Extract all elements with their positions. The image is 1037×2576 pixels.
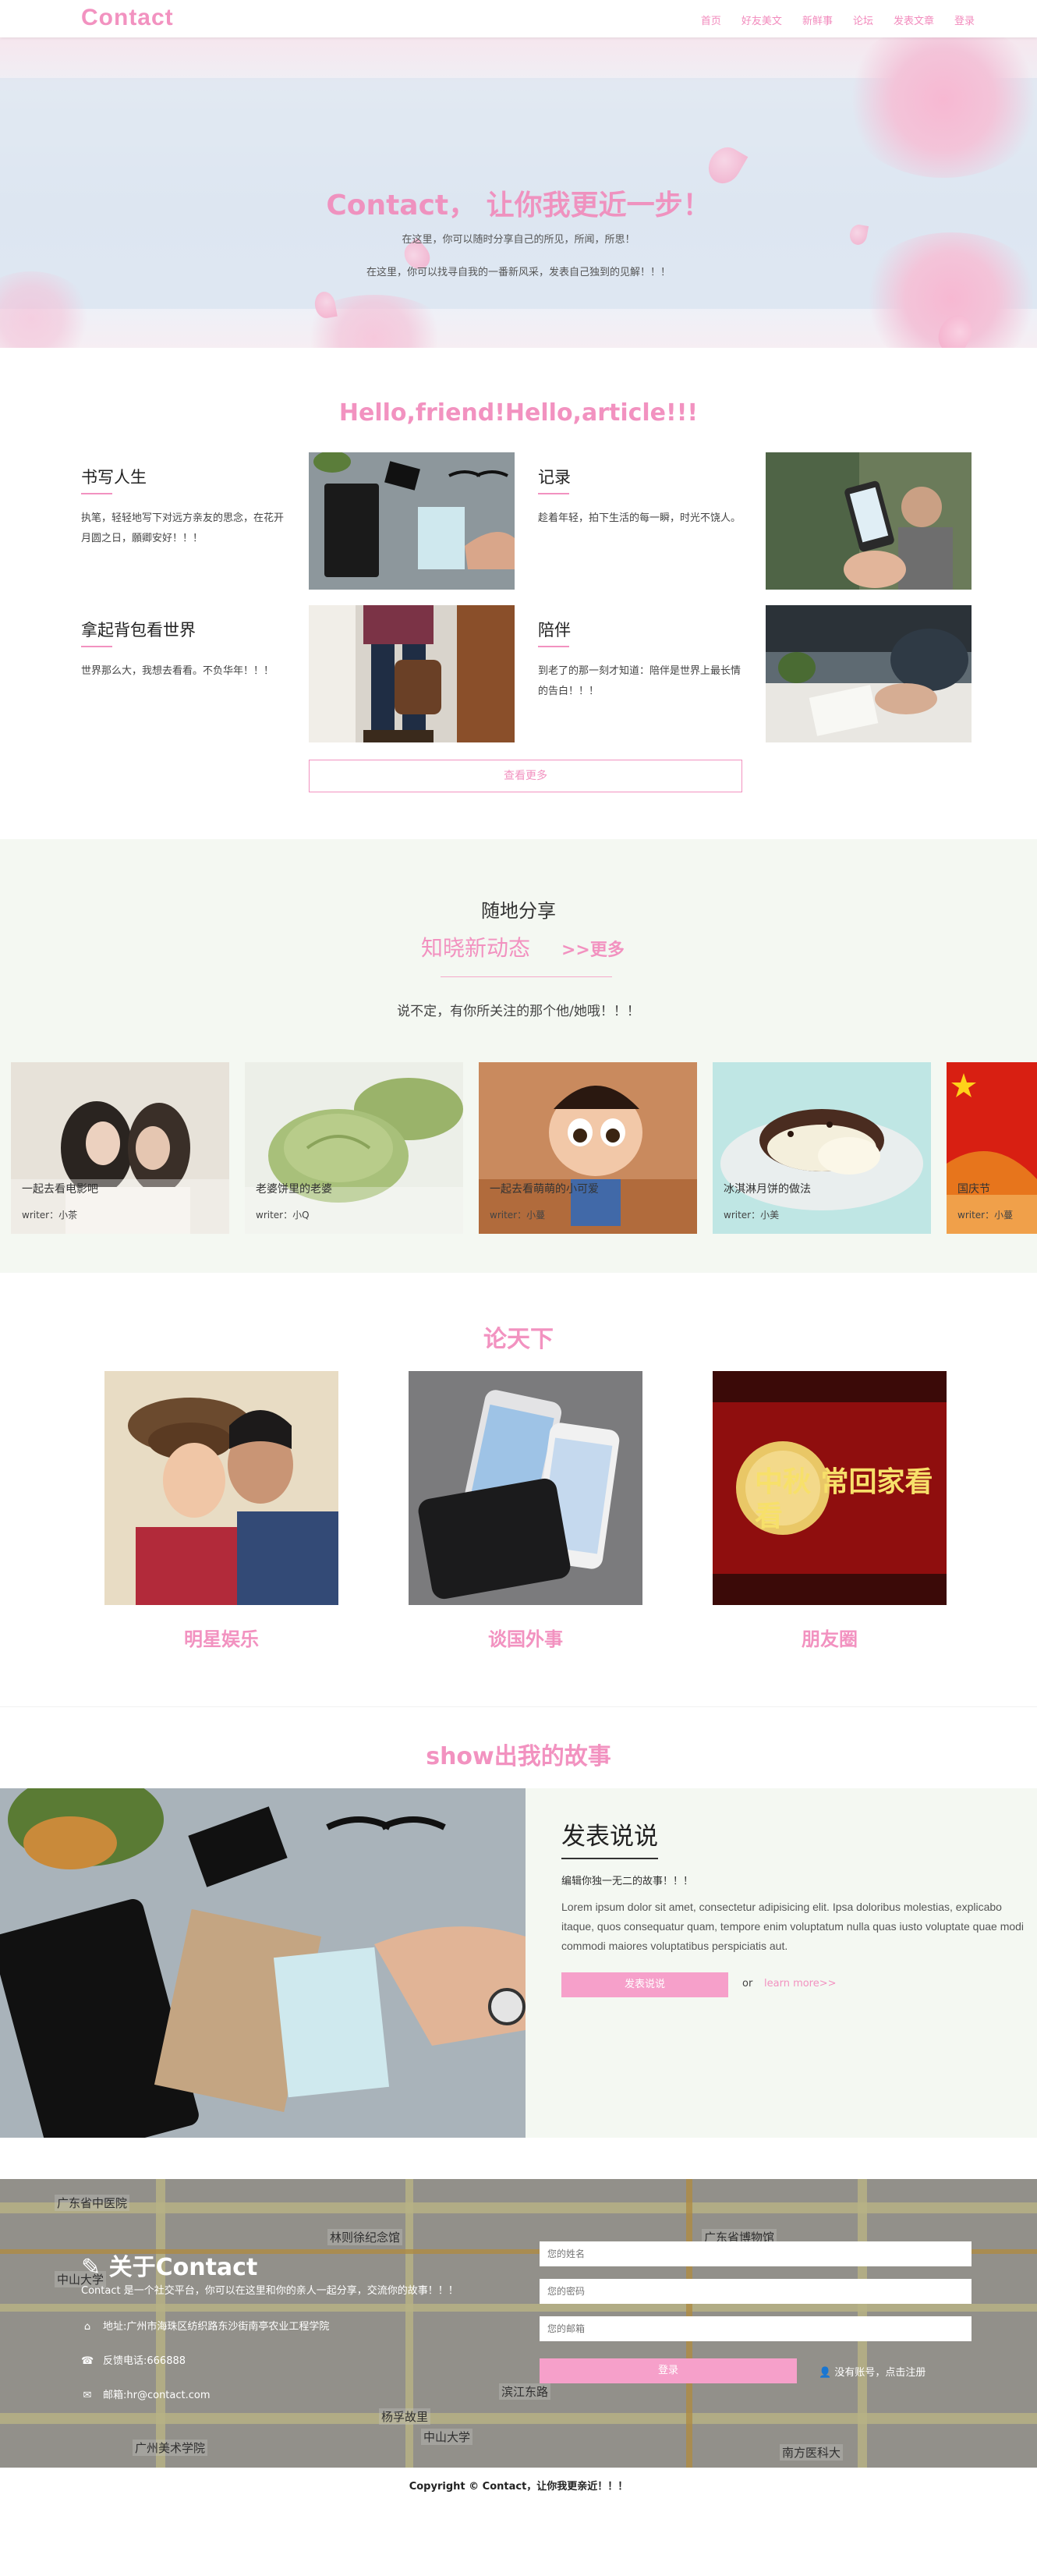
- register-link[interactable]: 👤 没有账号，点击注册: [819, 2364, 926, 2379]
- email-line: ✉ 邮箱:hr@contact.com: [81, 2386, 211, 2401]
- pencil-icon: ✎: [81, 2254, 101, 2281]
- news-card-writer: writer：小Q: [256, 1210, 310, 1221]
- nav-item-articles[interactable]: 好友美文: [741, 12, 782, 27]
- news-card-writer: writer：小茶: [22, 1210, 78, 1221]
- nav-item-forum[interactable]: 论坛: [853, 12, 873, 27]
- news-title: 随地分享: [481, 900, 556, 922]
- news-card[interactable]: 一起去看萌萌的小可爱 writer：小蔓: [479, 1062, 697, 1234]
- phone-line: ☎ 反馈电话:666888: [81, 2352, 186, 2367]
- poster-text: 中秋 常回家看看: [755, 1465, 933, 1532]
- top-navbar: Contact 首页 好友美文 新鲜事 论坛 发表文章 登录: [0, 0, 1037, 37]
- feature-title: 陪伴: [538, 618, 741, 647]
- feature-write: 书写人生 执笔，轻轻地写下对远方亲友的思念，在花开月圆之日，願卿安好！！！: [81, 465, 284, 549]
- register-text: 没有账号，点击注册: [834, 2367, 926, 2379]
- news-card-caption: 冰淇淋月饼的做法: [724, 1183, 811, 1196]
- news-card-writer: writer：小美: [724, 1210, 780, 1221]
- photo-phone-camera: [766, 452, 972, 590]
- nav-item-home[interactable]: 首页: [701, 12, 721, 27]
- feature-text: 到老了的那一刻才知道：陪伴是世界上最长情的告白！！！: [538, 665, 741, 697]
- topics-section: 论天下 明星娱乐 谈国外事 中秋 常回家看看 朋友圈: [0, 1273, 1037, 1706]
- topic-foreign[interactable]: 谈国外事: [409, 1371, 642, 1651]
- publish-post-button[interactable]: 发表说说: [561, 1972, 728, 1997]
- address-text: 地址:广州市海珠区纺织路东沙街南亭农业工程学院: [103, 2321, 330, 2333]
- news-more-link[interactable]: >>更多: [561, 936, 625, 961]
- feature-travel: 拿起背包看世界 世界那么大，我想去看看。不负华年！！！: [81, 618, 284, 682]
- view-more-button[interactable]: 查看更多: [309, 760, 742, 792]
- story-heading: 发表说说: [561, 1816, 658, 1859]
- hero-title: Contact， 让你我更近一步！: [326, 190, 711, 221]
- news-card-writer: writer：小蔓: [490, 1210, 546, 1221]
- feature-title: 记录: [538, 465, 741, 494]
- about-title-text: 关于Contact: [108, 2254, 258, 2281]
- nav-item-news[interactable]: 新鲜事: [802, 12, 833, 27]
- news-card-writer: writer：小蔓: [957, 1210, 1014, 1221]
- news-card-caption: 国庆节: [957, 1183, 990, 1196]
- topic-image: 中秋 常回家看看: [713, 1371, 947, 1605]
- nav-item-login[interactable]: 登录: [954, 12, 975, 27]
- topic-label: 谈国外事: [488, 1628, 563, 1650]
- story-paragraph: Lorem ipsum dolor sit amet, consectetur …: [561, 1901, 1025, 1952]
- feature-record: 记录 趁着年轻，拍下生活的每一瞬，时光不饶人。: [538, 465, 741, 529]
- name-input[interactable]: [540, 2241, 972, 2266]
- news-description: 说不定，有你所关注的那个他/她哦！！！: [397, 1004, 640, 1019]
- topic-label: 明星娱乐: [184, 1628, 259, 1650]
- topic-image: [104, 1371, 338, 1605]
- topic-image: [409, 1371, 642, 1605]
- nav-item-publish[interactable]: 发表文章: [894, 12, 934, 27]
- password-input[interactable]: [540, 2279, 972, 2304]
- email-input[interactable]: [540, 2316, 972, 2341]
- hero-subtitle-2: 在这里，你可以找寻自我的一番新风采，发表自己独到的见解！！！: [366, 267, 671, 278]
- story-panel: 发表说说 编辑你独一无二的故事！！！ Lorem ipsum dolor sit…: [526, 1788, 1037, 2138]
- story-or: or: [742, 1978, 753, 1990]
- news-card-caption: 一起去看电影吧: [22, 1183, 98, 1196]
- news-subtitle: 知晓新动态: [421, 935, 531, 961]
- login-button[interactable]: 登录: [540, 2358, 797, 2383]
- copyright: Copyright © Contact，让你我更亲近！！！: [0, 2468, 1037, 2507]
- user-icon: 👤: [819, 2367, 832, 2379]
- news-card-caption: 老婆饼里的老婆: [256, 1183, 332, 1196]
- feature-text: 执笔，轻轻地写下对远方亲友的思念，在花开月圆之日，願卿安好！！！: [81, 512, 285, 544]
- photo-writing-desk: [766, 605, 972, 742]
- news-card[interactable]: 老婆饼里的老婆 writer：小Q: [245, 1062, 463, 1234]
- topic-label: 朋友圈: [802, 1628, 858, 1650]
- story-section: show出我的故事 发表说说 编辑你独一无二的故事！！！ Lorem ipsum…: [0, 1706, 1037, 2179]
- hero-banner: Contact， 让你我更近一步！ 在这里，你可以随时分享自己的所见，所闻，所思…: [0, 37, 1037, 348]
- learn-more-link[interactable]: learn more>>: [764, 1978, 837, 1990]
- photo-backpack-traveler: [309, 605, 515, 742]
- address-line: ⌂ 地址:广州市海珠区纺织路东沙街南亭农业工程学院: [81, 2318, 330, 2333]
- news-divider: [441, 976, 612, 977]
- topics-title: 论天下: [483, 1326, 554, 1353]
- news-section: 随地分享 知晓新动态 >>更多 说不定，有你所关注的那个他/她哦！！！ 一起去看…: [0, 839, 1037, 1273]
- story-title: show出我的故事: [426, 1743, 611, 1770]
- about-text: Contact 是一个社交平台，你可以在这里和你的亲人一起分享，交流你的故事！！…: [81, 2285, 458, 2297]
- home-icon: ⌂: [83, 2321, 91, 2333]
- photo-desk-notebook: [309, 452, 515, 590]
- story-small-text: 编辑你独一无二的故事！！！: [561, 1876, 694, 1887]
- feature-title: 书写人生: [81, 465, 284, 494]
- envelope-icon: ✉: [83, 2390, 92, 2401]
- feature-text: 世界那么大，我想去看看。不负华年！！！: [81, 665, 274, 677]
- story-image: [0, 1788, 526, 2138]
- news-card-caption: 一起去看萌萌的小可爱: [490, 1183, 599, 1196]
- news-card[interactable]: 国庆节 writer：小蔓: [947, 1062, 1037, 1234]
- features-title: Hello,friend!Hello,article!!!: [338, 399, 699, 427]
- nav-menu: 首页 好友美文 新鲜事 论坛 发表文章 登录: [701, 12, 975, 27]
- brand-logo[interactable]: Contact: [81, 5, 174, 31]
- news-card[interactable]: 一起去看电影吧 writer：小茶: [11, 1062, 229, 1234]
- feature-companion: 陪伴 到老了的那一刻才知道：陪伴是世界上最长情的告白！！！: [538, 618, 741, 702]
- topic-entertainment[interactable]: 明星娱乐: [104, 1371, 338, 1651]
- hero-subtitle-1: 在这里，你可以随时分享自己的所见，所闻，所思！: [402, 234, 635, 246]
- phone-text: 反馈电话:666888: [103, 2355, 186, 2367]
- feature-text: 趁着年轻，拍下生活的每一瞬，时光不饶人。: [538, 512, 741, 524]
- news-card[interactable]: 冰淇淋月饼的做法 writer：小美: [713, 1062, 931, 1234]
- about-title: ✎ 关于Contact: [81, 2248, 257, 2282]
- feature-title: 拿起背包看世界: [81, 618, 284, 647]
- topic-friends[interactable]: 中秋 常回家看看 朋友圈: [713, 1371, 947, 1651]
- features-section: Hello,friend!Hello,article!!! 书写人生 执笔，轻轻…: [0, 348, 1037, 839]
- footer-map-section: 广东省中医院 林则徐纪念馆 广东省博物馆 中山大学 广州美术学院 滨江东路 中山…: [0, 2179, 1037, 2468]
- phone-icon: ☎: [81, 2355, 94, 2367]
- email-text: 邮箱:hr@contact.com: [103, 2390, 211, 2401]
